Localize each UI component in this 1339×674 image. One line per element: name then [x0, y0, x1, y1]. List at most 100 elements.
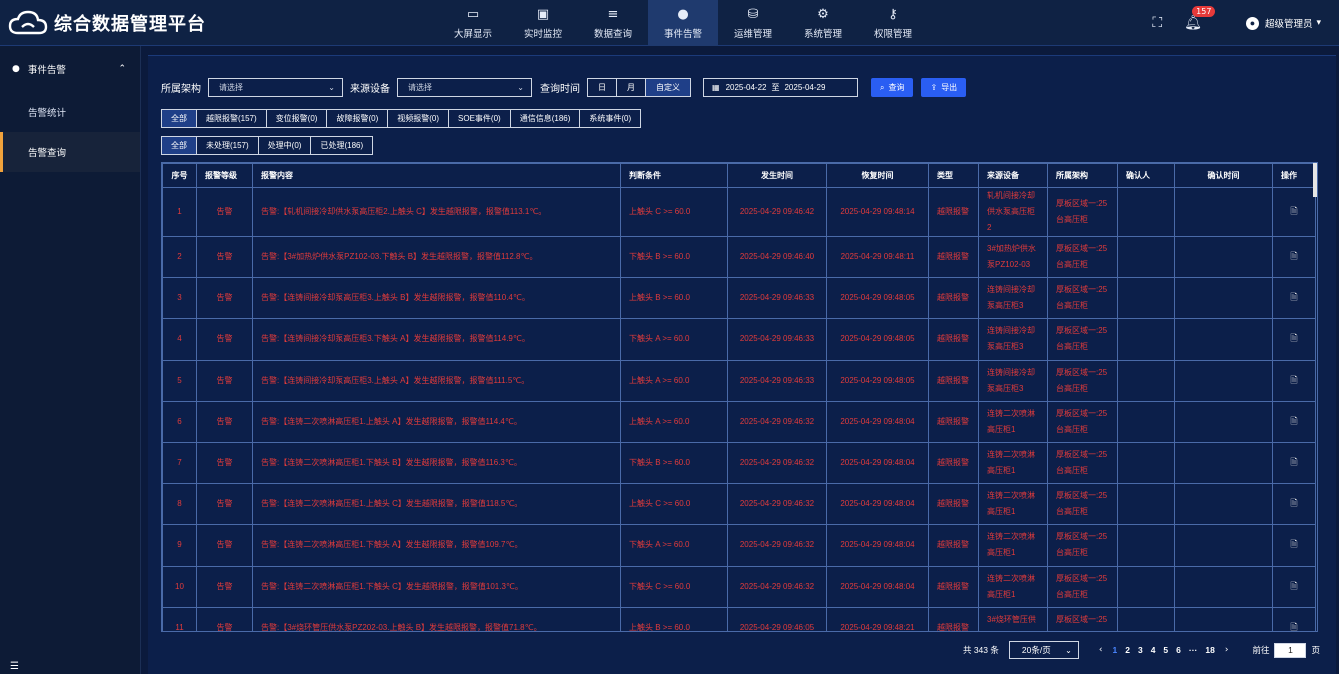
main-panel: 所属架构 请选择 ⌄ 来源设备 请选择 ⌄ 查询时间 日 月 自定义 ▦ 202… — [148, 55, 1336, 674]
device-select[interactable]: 请选择 ⌄ — [397, 78, 532, 97]
export-button[interactable]: ⇪ 导出 — [921, 78, 967, 97]
table-row[interactable]: 1 告警 告警:【轧机间接冷却供水泵高压柜2.上触头 C】发生越限报警，报警值113… — [162, 187, 1316, 237]
org-select[interactable]: 请选择 ⌄ — [208, 78, 343, 97]
confirm-time — [1174, 359, 1273, 402]
nav-item-0[interactable]: ▭ 大屏显示 — [438, 0, 508, 46]
tab-type-4[interactable]: 视频报警(0) — [388, 110, 450, 127]
detail-doc-icon[interactable]: 🗎 — [1272, 318, 1316, 361]
page-3[interactable]: 4 — [1151, 645, 1156, 655]
detail-doc-icon[interactable]: 🗎 — [1272, 441, 1316, 485]
tab-status-3[interactable]: 已处理(186) — [311, 137, 372, 154]
app-logo[interactable]: 综合数据管理平台 — [8, 9, 206, 37]
detail-doc-icon[interactable]: 🗎 — [1272, 565, 1316, 608]
table-row[interactable]: 9 告警 告警:【连铸二次喷淋高压柜1.下触头 A】发生越限报警，报警值109.7℃… — [162, 524, 1316, 567]
chevron-down-icon: ⌄ — [517, 83, 524, 92]
nav-item-label: 运维管理 — [733, 28, 772, 40]
next-page-icon[interactable]: › — [1225, 645, 1229, 655]
alarm-content: 告警:【连铸间接冷却泵高压柜3.下触头 A】发生越限报警，报警值114.9℃。 — [252, 318, 621, 361]
fullscreen-icon[interactable]: ⛶ — [1152, 15, 1162, 31]
time-mode-custom[interactable]: 自定义 — [646, 79, 690, 96]
nav-item-label: 系统管理 — [803, 28, 842, 40]
nav-item-label: 实时监控 — [523, 28, 562, 40]
table-row[interactable]: 11 告警 告警:【3#烧环管压供水泵PZ202-03.上触头 B】发生越限报警，报… — [162, 606, 1316, 631]
detail-doc-icon[interactable]: 🗎 — [1272, 235, 1316, 279]
row-number: 7 — [162, 441, 197, 485]
nav-item-5[interactable]: ⚙ 系统管理 — [788, 0, 858, 46]
row-number: 8 — [162, 483, 197, 526]
nav-item-4[interactable]: ⛁ 运维管理 — [718, 0, 788, 46]
tab-status-1[interactable]: 未处理(157) — [197, 137, 259, 154]
tab-type-5[interactable]: SOE事件(0) — [449, 110, 511, 127]
detail-doc-icon[interactable]: 🗎 — [1272, 359, 1316, 402]
detail-doc-icon[interactable]: 🗎 — [1272, 524, 1316, 567]
nav-item-6[interactable]: ⚷ 权限管理 — [858, 0, 928, 46]
sidebar-item-query[interactable]: 告警查询 — [0, 132, 140, 172]
tab-type-3[interactable]: 故障报警(0) — [327, 110, 389, 127]
goto-suffix: 页 — [1311, 645, 1320, 655]
query-button[interactable]: ⌕ 查询 — [871, 78, 914, 97]
alarm-level: 告警 — [196, 277, 253, 320]
time-mode-month[interactable]: 月 — [617, 79, 646, 96]
page-2[interactable]: 3 — [1138, 645, 1143, 655]
date-range-picker[interactable]: ▦ 2025-04-22 至 2025-04-29 — [703, 78, 858, 97]
bell-icon[interactable]: 🔔︎ 157 — [1184, 6, 1216, 31]
gear-icon: ⚙ — [817, 6, 829, 22]
table-scrollbar[interactable] — [1313, 163, 1317, 197]
recover-time: 2025-04-29 09:48:11 — [826, 235, 929, 279]
alarm-level: 告警 — [196, 187, 253, 237]
goto-page-input[interactable]: 1 — [1274, 642, 1307, 658]
confirmer — [1117, 277, 1175, 320]
goto-page: 前往 1 页 — [1252, 642, 1320, 658]
user-menu[interactable]: ● 超级管理员 ▾ — [1245, 16, 1321, 30]
tab-type-6[interactable]: 通信信息(186) — [511, 110, 581, 127]
page-size-select[interactable]: 20条/页 ⌄ — [1008, 641, 1079, 659]
detail-doc-icon[interactable]: 🗎 — [1272, 187, 1316, 237]
alert-icon: ● — [677, 6, 689, 22]
nav-item-2[interactable]: ≡ 数据查询 — [578, 0, 648, 46]
detail-doc-icon[interactable]: 🗎 — [1272, 606, 1316, 631]
tab-type-1[interactable]: 越限报警(157) — [197, 110, 267, 127]
tab-type-0[interactable]: 全部 — [162, 110, 197, 127]
alarm-level: 告警 — [196, 235, 253, 279]
table-row[interactable]: 2 告警 告警:【3#加热炉供水泵PZ102-03.下触头 B】发生越限报警，报警值… — [162, 235, 1316, 279]
detail-doc-icon[interactable]: 🗎 — [1272, 277, 1316, 320]
goto-label: 前往 — [1252, 645, 1270, 655]
table-row[interactable]: 4 告警 告警:【连铸间接冷却泵高压柜3.下触头 A】发生越限报警，报警值114.9… — [162, 318, 1316, 361]
nav-item-1[interactable]: ▣ 实时监控 — [508, 0, 578, 46]
alarm-type: 越限报警 — [928, 187, 979, 237]
page-5[interactable]: 6 — [1176, 645, 1181, 655]
row-number: 2 — [162, 235, 197, 279]
tab-type-2[interactable]: 变位报警(0) — [267, 110, 328, 127]
tab-status-2[interactable]: 处理中(0) — [259, 137, 312, 154]
detail-doc-icon[interactable]: 🗎 — [1272, 400, 1316, 443]
time-mode-day[interactable]: 日 — [588, 79, 617, 96]
page-6[interactable]: ··· — [1189, 645, 1198, 655]
page-7[interactable]: 18 — [1205, 645, 1214, 655]
table-row[interactable]: 10 告警 告警:【连铸二次喷淋高压柜1.下触头 C】发生越限报警，报警值101.3… — [162, 565, 1316, 608]
table-row[interactable]: 5 告警 告警:【连铸间接冷却泵高压柜3.上触头 A】发生越限报警，报警值111.5… — [162, 359, 1316, 402]
table-row[interactable]: 7 告警 告警:【连铸二次喷淋高压柜1.下触头 B】发生越限报警，报警值116.3℃… — [162, 441, 1316, 485]
search-icon: ⌕ — [880, 82, 885, 92]
sidebar-item-stats[interactable]: 告警统计 — [0, 92, 140, 132]
confirm-time — [1174, 441, 1273, 485]
page-1[interactable]: 2 — [1125, 645, 1130, 655]
sidebar-group-alarm[interactable]: ● 事件告警 ⌃ — [0, 46, 140, 92]
table-row[interactable]: 3 告警 告警:【连铸间接冷却泵高压柜3.上触头 B】发生越限报警，报警值110.4… — [162, 277, 1316, 320]
confirmer — [1117, 400, 1175, 443]
start-time: 2025-04-29 09:46:40 — [727, 235, 827, 279]
alarm-type: 越限报警 — [928, 318, 979, 361]
confirmer — [1117, 359, 1175, 402]
nav-item-3[interactable]: ● 事件告警 — [648, 0, 718, 46]
table-row[interactable]: 6 告警 告警:【连铸二次喷淋高压柜1.上触头 A】发生越限报警，报警值114.4℃… — [162, 400, 1316, 443]
org-unit: 厚板区域一:25台高压柜 — [1047, 606, 1118, 631]
alarm-content: 告警:【连铸二次喷淋高压柜1.下触头 A】发生越限报警，报警值109.7℃。 — [252, 524, 621, 567]
tab-status-0[interactable]: 全部 — [162, 137, 197, 154]
tab-type-7[interactable]: 系统事件(0) — [580, 110, 640, 127]
chevron-down-icon: ⌄ — [328, 83, 335, 92]
detail-doc-icon[interactable]: 🗎 — [1272, 483, 1316, 526]
page-0[interactable]: 1 — [1112, 645, 1117, 655]
table-row[interactable]: 8 告警 告警:【连铸二次喷淋高压柜1.上触头 C】发生越限报警，报警值118.5℃… — [162, 483, 1316, 526]
prev-page-icon[interactable]: ‹ — [1099, 645, 1103, 655]
page-4[interactable]: 5 — [1163, 645, 1168, 655]
menu-collapse-icon[interactable]: ☰ — [10, 661, 19, 672]
